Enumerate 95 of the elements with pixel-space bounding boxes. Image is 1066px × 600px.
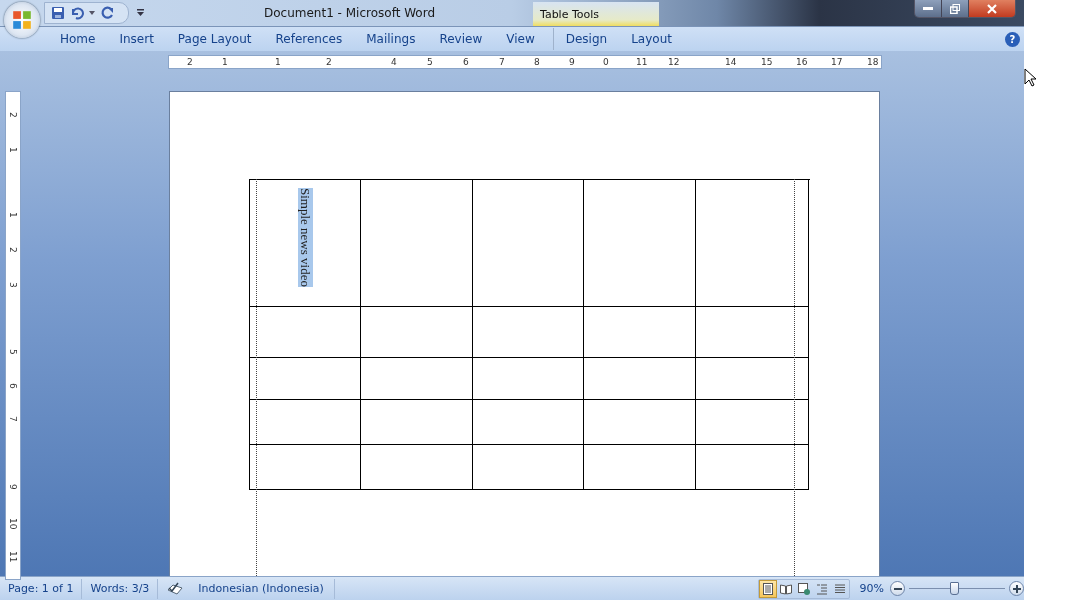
undo-icon[interactable] bbox=[70, 6, 84, 20]
ruler-number: 6 bbox=[463, 56, 469, 68]
table-cell[interactable] bbox=[696, 307, 809, 358]
ribbon-tab[interactable]: References bbox=[263, 28, 355, 50]
table-cell[interactable] bbox=[584, 358, 696, 400]
close-icon bbox=[987, 3, 997, 14]
ruler-number: 18 bbox=[867, 56, 879, 68]
minimize-icon bbox=[923, 7, 933, 10]
table-cell[interactable] bbox=[361, 400, 473, 445]
table-cell[interactable]: Simple news video bbox=[250, 180, 361, 307]
table-cell[interactable] bbox=[584, 400, 696, 445]
minus-icon bbox=[893, 587, 902, 590]
table-cell[interactable] bbox=[584, 307, 696, 358]
table-cell[interactable] bbox=[361, 180, 473, 307]
cell-text: Simple news video bbox=[297, 188, 313, 287]
table-cell[interactable] bbox=[696, 358, 809, 400]
ribbon-tab[interactable]: Layout bbox=[619, 28, 684, 50]
word-count[interactable]: Words: 3/3 bbox=[82, 578, 159, 599]
ruler-number: 1 bbox=[222, 56, 228, 68]
table-cell[interactable] bbox=[696, 445, 809, 490]
ruler-number: 9 bbox=[569, 56, 575, 68]
ruler-number: 1 bbox=[8, 212, 18, 218]
table-cell[interactable] bbox=[584, 445, 696, 490]
restore-icon bbox=[950, 3, 960, 14]
save-icon[interactable] bbox=[51, 6, 65, 20]
table-cell[interactable] bbox=[361, 445, 473, 490]
ruler-number: 2 bbox=[8, 112, 18, 118]
ruler-number: 5 bbox=[427, 56, 433, 68]
ruler-number: 6 bbox=[8, 383, 18, 389]
ruler-number: 7 bbox=[8, 416, 18, 422]
table-cell[interactable] bbox=[584, 180, 696, 307]
ribbon-tab[interactable]: Mailings bbox=[354, 28, 428, 50]
table-cell[interactable] bbox=[473, 307, 584, 358]
table-cell[interactable] bbox=[250, 400, 361, 445]
table-cell[interactable] bbox=[250, 307, 361, 358]
help-button[interactable]: ? bbox=[1005, 31, 1020, 47]
outline-icon bbox=[815, 582, 828, 595]
table-cell[interactable] bbox=[696, 180, 809, 307]
ruler-number: 16 bbox=[796, 56, 808, 68]
lines-icon bbox=[833, 582, 846, 595]
ruler-number: 2 bbox=[326, 56, 332, 68]
ribbon-tab[interactable]: Review bbox=[427, 28, 495, 50]
redo-icon[interactable] bbox=[100, 6, 114, 20]
ruler-number: 11 bbox=[8, 551, 18, 563]
ruler-number: 2 bbox=[187, 56, 193, 68]
ruler-number: 17 bbox=[831, 56, 843, 68]
ruler-number: 15 bbox=[761, 56, 773, 68]
minimize-button[interactable] bbox=[915, 0, 942, 17]
office-logo-icon bbox=[11, 9, 33, 31]
language[interactable]: Indonesian (Indonesia) bbox=[190, 578, 335, 599]
ruler-number: 3 bbox=[8, 282, 18, 288]
table-cell[interactable] bbox=[361, 358, 473, 400]
ribbon-tab[interactable]: View bbox=[494, 28, 547, 50]
table-cell[interactable] bbox=[250, 358, 361, 400]
group-label: Table Tools bbox=[539, 7, 600, 21]
customize-icon[interactable] bbox=[137, 9, 144, 17]
window-title: Document1 - Microsoft Word bbox=[264, 6, 436, 20]
table-cell[interactable] bbox=[696, 400, 809, 445]
page-count[interactable]: Page: 1 of 1 bbox=[0, 578, 83, 599]
plus-icon bbox=[1012, 584, 1021, 593]
web-page-icon bbox=[797, 582, 810, 595]
close-button[interactable] bbox=[969, 0, 1015, 17]
ruler-number: 8 bbox=[534, 56, 540, 68]
table-cell[interactable] bbox=[361, 307, 473, 358]
ribbon-tab[interactable]: Insert bbox=[107, 28, 166, 50]
restore-button[interactable] bbox=[942, 0, 969, 17]
view-button[interactable] bbox=[758, 579, 777, 598]
ribbon-tab[interactable]: Home bbox=[48, 28, 108, 50]
ruler-number: 1 bbox=[275, 56, 281, 68]
table-cell[interactable] bbox=[250, 445, 361, 490]
ruler-number: 1 bbox=[8, 147, 18, 153]
ruler-number: 4 bbox=[391, 56, 397, 68]
page-icon bbox=[761, 582, 774, 595]
table-cell[interactable] bbox=[473, 400, 584, 445]
ruler-number: 0 bbox=[603, 56, 609, 68]
ruler-number: 11 bbox=[636, 56, 648, 68]
table-cell[interactable] bbox=[473, 180, 584, 307]
caret-icon[interactable] bbox=[89, 11, 95, 15]
table-cell[interactable] bbox=[473, 445, 584, 490]
ruler-number: 7 bbox=[499, 56, 505, 68]
table-cell[interactable] bbox=[473, 358, 584, 400]
ribbon-tab[interactable]: Design bbox=[553, 28, 620, 50]
book-icon bbox=[779, 582, 792, 595]
zoom-level[interactable]: 90% bbox=[859, 582, 884, 595]
proofing-icon[interactable] bbox=[166, 581, 185, 596]
ruler-number: 5 bbox=[8, 349, 18, 355]
slider-thumb[interactable] bbox=[950, 582, 960, 595]
ruler-number: 9 bbox=[8, 484, 18, 490]
ruler-number: 2 bbox=[8, 247, 18, 253]
zoom-out-button[interactable] bbox=[890, 581, 905, 596]
ribbon-tab[interactable]: Page Layout bbox=[165, 28, 264, 50]
zoom-in-button[interactable] bbox=[1009, 581, 1024, 596]
ruler-number: 10 bbox=[8, 518, 18, 530]
ruler-number: 14 bbox=[725, 56, 737, 68]
ruler-number: 12 bbox=[668, 56, 680, 68]
